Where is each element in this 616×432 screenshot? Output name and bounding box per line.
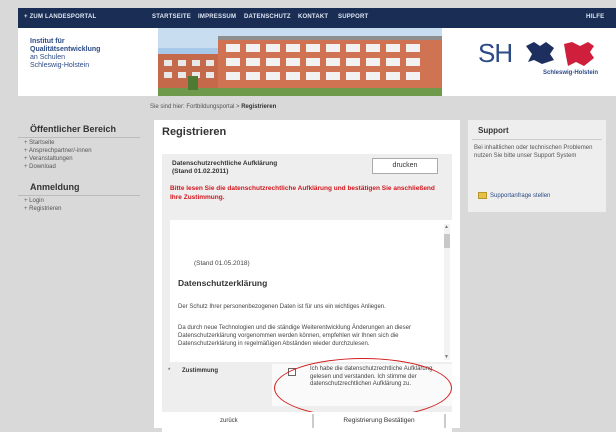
inst-line-1: Institut für	[30, 38, 65, 45]
sidebar-item-startseite[interactable]: Startseite	[18, 138, 146, 146]
doc-paragraph-2: Da durch neue Technologien und die ständ…	[178, 325, 411, 347]
breadcrumb: Sie sind hier: Fortbildungsportal > Regi…	[150, 104, 276, 110]
back-button[interactable]: zurück	[220, 418, 238, 424]
privacy-title: Datenschutzrechtliche Aufklärung (Stand …	[172, 160, 277, 176]
scroll-thumb[interactable]	[444, 234, 450, 248]
nav-support[interactable]: SUPPORT	[338, 14, 368, 20]
confirm-registration-button[interactable]: Registrierung Bestätigen	[312, 414, 446, 428]
doc-heading: Datenschutzerklärung	[178, 278, 268, 288]
coat-of-arms-icon	[526, 42, 594, 66]
doc-paragraph-1: Der Schutz Ihrer personenbezogenen Daten…	[178, 304, 386, 310]
privacy-document-scrollbox[interactable]: (Stand 01.05.2018) Datenschutzerklärung …	[170, 220, 452, 362]
consent-row: * Zustimmung Ich habe die datenschutzrec…	[162, 358, 452, 418]
sidebar-heading-anmeldung: Anmeldung	[18, 178, 140, 196]
consent-label: Zustimmung	[182, 368, 218, 374]
support-link-label: Supportanfrage stellen	[490, 193, 551, 200]
nav-datenschutz[interactable]: DATENSCHUTZ	[244, 14, 291, 20]
scroll-up-arrow-icon[interactable]: ▲	[444, 224, 449, 230]
nav-kontakt[interactable]: KONTAKT	[298, 14, 328, 20]
breadcrumb-prefix[interactable]: Sie sind hier: Fortbildungsportal >	[150, 104, 241, 110]
warning-message: Bitte lesen Sie die datenschutzrechtlich…	[170, 185, 435, 201]
red-highlight-circle	[274, 358, 452, 418]
sidebar-item-registrieren[interactable]: Registrieren	[18, 204, 146, 212]
form-buttons: zurück Registrierung Bestätigen	[162, 412, 452, 432]
privacy-panel: Datenschutzrechtliche Aufklärung (Stand …	[162, 154, 452, 432]
sidebar-item-download[interactable]: Download	[18, 162, 146, 170]
page-title: Registrieren	[162, 126, 227, 138]
inst-line-4: Schleswig-Holstein	[30, 62, 90, 69]
sidebar-heading-public: Öffentlicher Bereich	[18, 120, 140, 138]
inst-line-3: an Schulen	[30, 54, 66, 61]
nav-startseite[interactable]: STARTSEITE	[152, 14, 191, 20]
nav-hilfe[interactable]: HILFE	[586, 14, 604, 20]
portal-link[interactable]: + ZUM LANDESPORTAL	[24, 14, 96, 20]
print-button[interactable]: drucken	[372, 158, 438, 174]
required-star: *	[168, 368, 171, 374]
doc-stand: (Stand 01.05.2018)	[194, 260, 250, 267]
header-building-photo	[158, 28, 442, 96]
inst-line-2: Qualitätsentwicklung	[30, 46, 101, 53]
sidebar-item-login[interactable]: Login	[18, 196, 146, 204]
doc-scrollbar[interactable]: ▲ ▼	[444, 224, 450, 360]
building-image	[158, 28, 442, 96]
nav-impressum[interactable]: IMPRESSUM	[198, 14, 236, 20]
left-sidebar: Öffentlicher Bereich Startseite Ansprech…	[18, 120, 146, 420]
institute-logo-text[interactable]: Institut für Qualitätsentwicklung an Sch…	[30, 38, 100, 70]
support-title: Support	[472, 120, 602, 140]
breadcrumb-current: Registrieren	[241, 104, 277, 110]
sh-logo-subtitle: Schleswig-Holstein	[542, 70, 598, 76]
sh-logo[interactable]: SH Schleswig-Holstein	[478, 38, 598, 78]
support-text: Bei inhaltlichen oder technischen Proble…	[474, 145, 593, 159]
top-navigation: + ZUM LANDESPORTAL STARTSEITE IMPRESSUM …	[18, 8, 616, 28]
main-content: Registrieren Datenschutzrechtliche Aufkl…	[154, 120, 460, 432]
page-header: Institut für Qualitätsentwicklung an Sch…	[18, 28, 616, 96]
support-box: Support Bei inhaltlichen oder technische…	[468, 120, 606, 212]
sidebar-item-veranstaltungen[interactable]: Veranstaltungen	[18, 154, 146, 162]
sh-logo-text: SH	[478, 38, 513, 68]
support-request-link[interactable]: Supportanfrage stellen	[478, 192, 550, 199]
privacy-title-line-2: (Stand 01.02.2011)	[172, 168, 229, 175]
privacy-title-line-1: Datenschutzrechtliche Aufklärung	[172, 160, 278, 167]
folder-icon	[478, 192, 487, 199]
sidebar-item-ansprechpartner[interactable]: Ansprechpartner/-innen	[18, 146, 146, 154]
scroll-down-arrow-icon[interactable]: ▼	[444, 354, 449, 360]
